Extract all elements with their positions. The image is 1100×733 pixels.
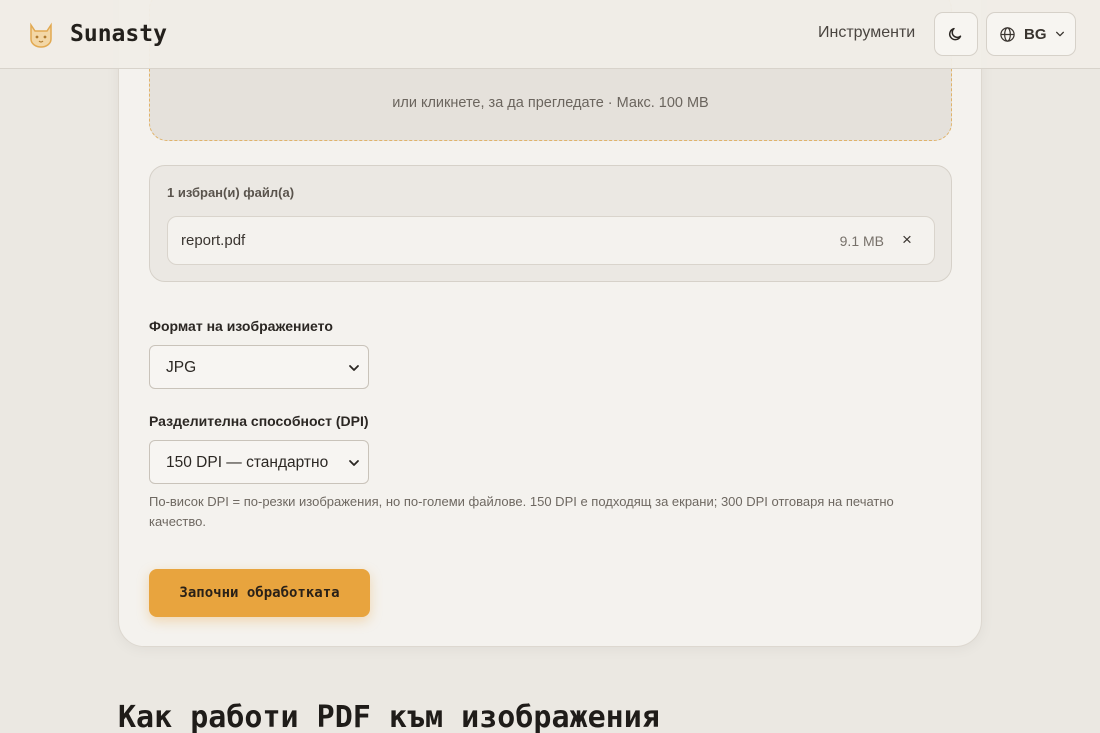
nav-tools-link[interactable]: Инструменти xyxy=(818,24,915,42)
dpi-select-value: 150 DPI — стандартно xyxy=(166,454,329,471)
language-selector[interactable]: BG xyxy=(986,12,1076,56)
dpi-label: Разделителна способност (DPI) xyxy=(149,413,369,429)
cat-logo-icon xyxy=(30,22,52,48)
dropzone-hint: или кликнете, за да прегледате · Макс. 1… xyxy=(392,95,709,111)
language-label: BG xyxy=(1024,25,1047,43)
file-size: 9.1 MB xyxy=(839,233,884,249)
file-item: report.pdf 9.1 MB × xyxy=(167,216,935,265)
chevron-down-icon xyxy=(349,460,359,466)
chevron-down-icon xyxy=(349,365,359,371)
chevron-down-icon xyxy=(1055,31,1064,37)
selected-files-panel: 1 избран(и) файл(а) report.pdf 9.1 MB × xyxy=(149,165,952,282)
moon-icon xyxy=(948,27,962,41)
brand-name: Sunasty xyxy=(70,21,167,47)
globe-icon xyxy=(1000,26,1015,42)
dpi-select[interactable]: 150 DPI — стандартно xyxy=(149,440,369,484)
remove-file-button[interactable]: × xyxy=(898,231,916,249)
converter-card: или кликнете, за да прегледате · Макс. 1… xyxy=(118,0,982,647)
format-select[interactable]: JPG xyxy=(149,345,369,389)
format-label: Формат на изображението xyxy=(149,318,333,334)
dpi-help-text: По-висок DPI = по-резки изображения, но … xyxy=(149,494,894,529)
brand-logo[interactable]: Sunasty xyxy=(24,17,167,51)
how-it-works-heading: Как работи PDF към изображения xyxy=(118,700,660,733)
format-select-value: JPG xyxy=(166,359,197,376)
top-header: Sunasty Инструменти BG xyxy=(0,0,1100,69)
selected-files-count: 1 избран(и) файл(а) xyxy=(167,185,295,200)
file-name: report.pdf xyxy=(181,232,246,249)
start-processing-button[interactable]: Започни обработката xyxy=(149,569,370,617)
theme-toggle-button[interactable] xyxy=(934,12,978,56)
